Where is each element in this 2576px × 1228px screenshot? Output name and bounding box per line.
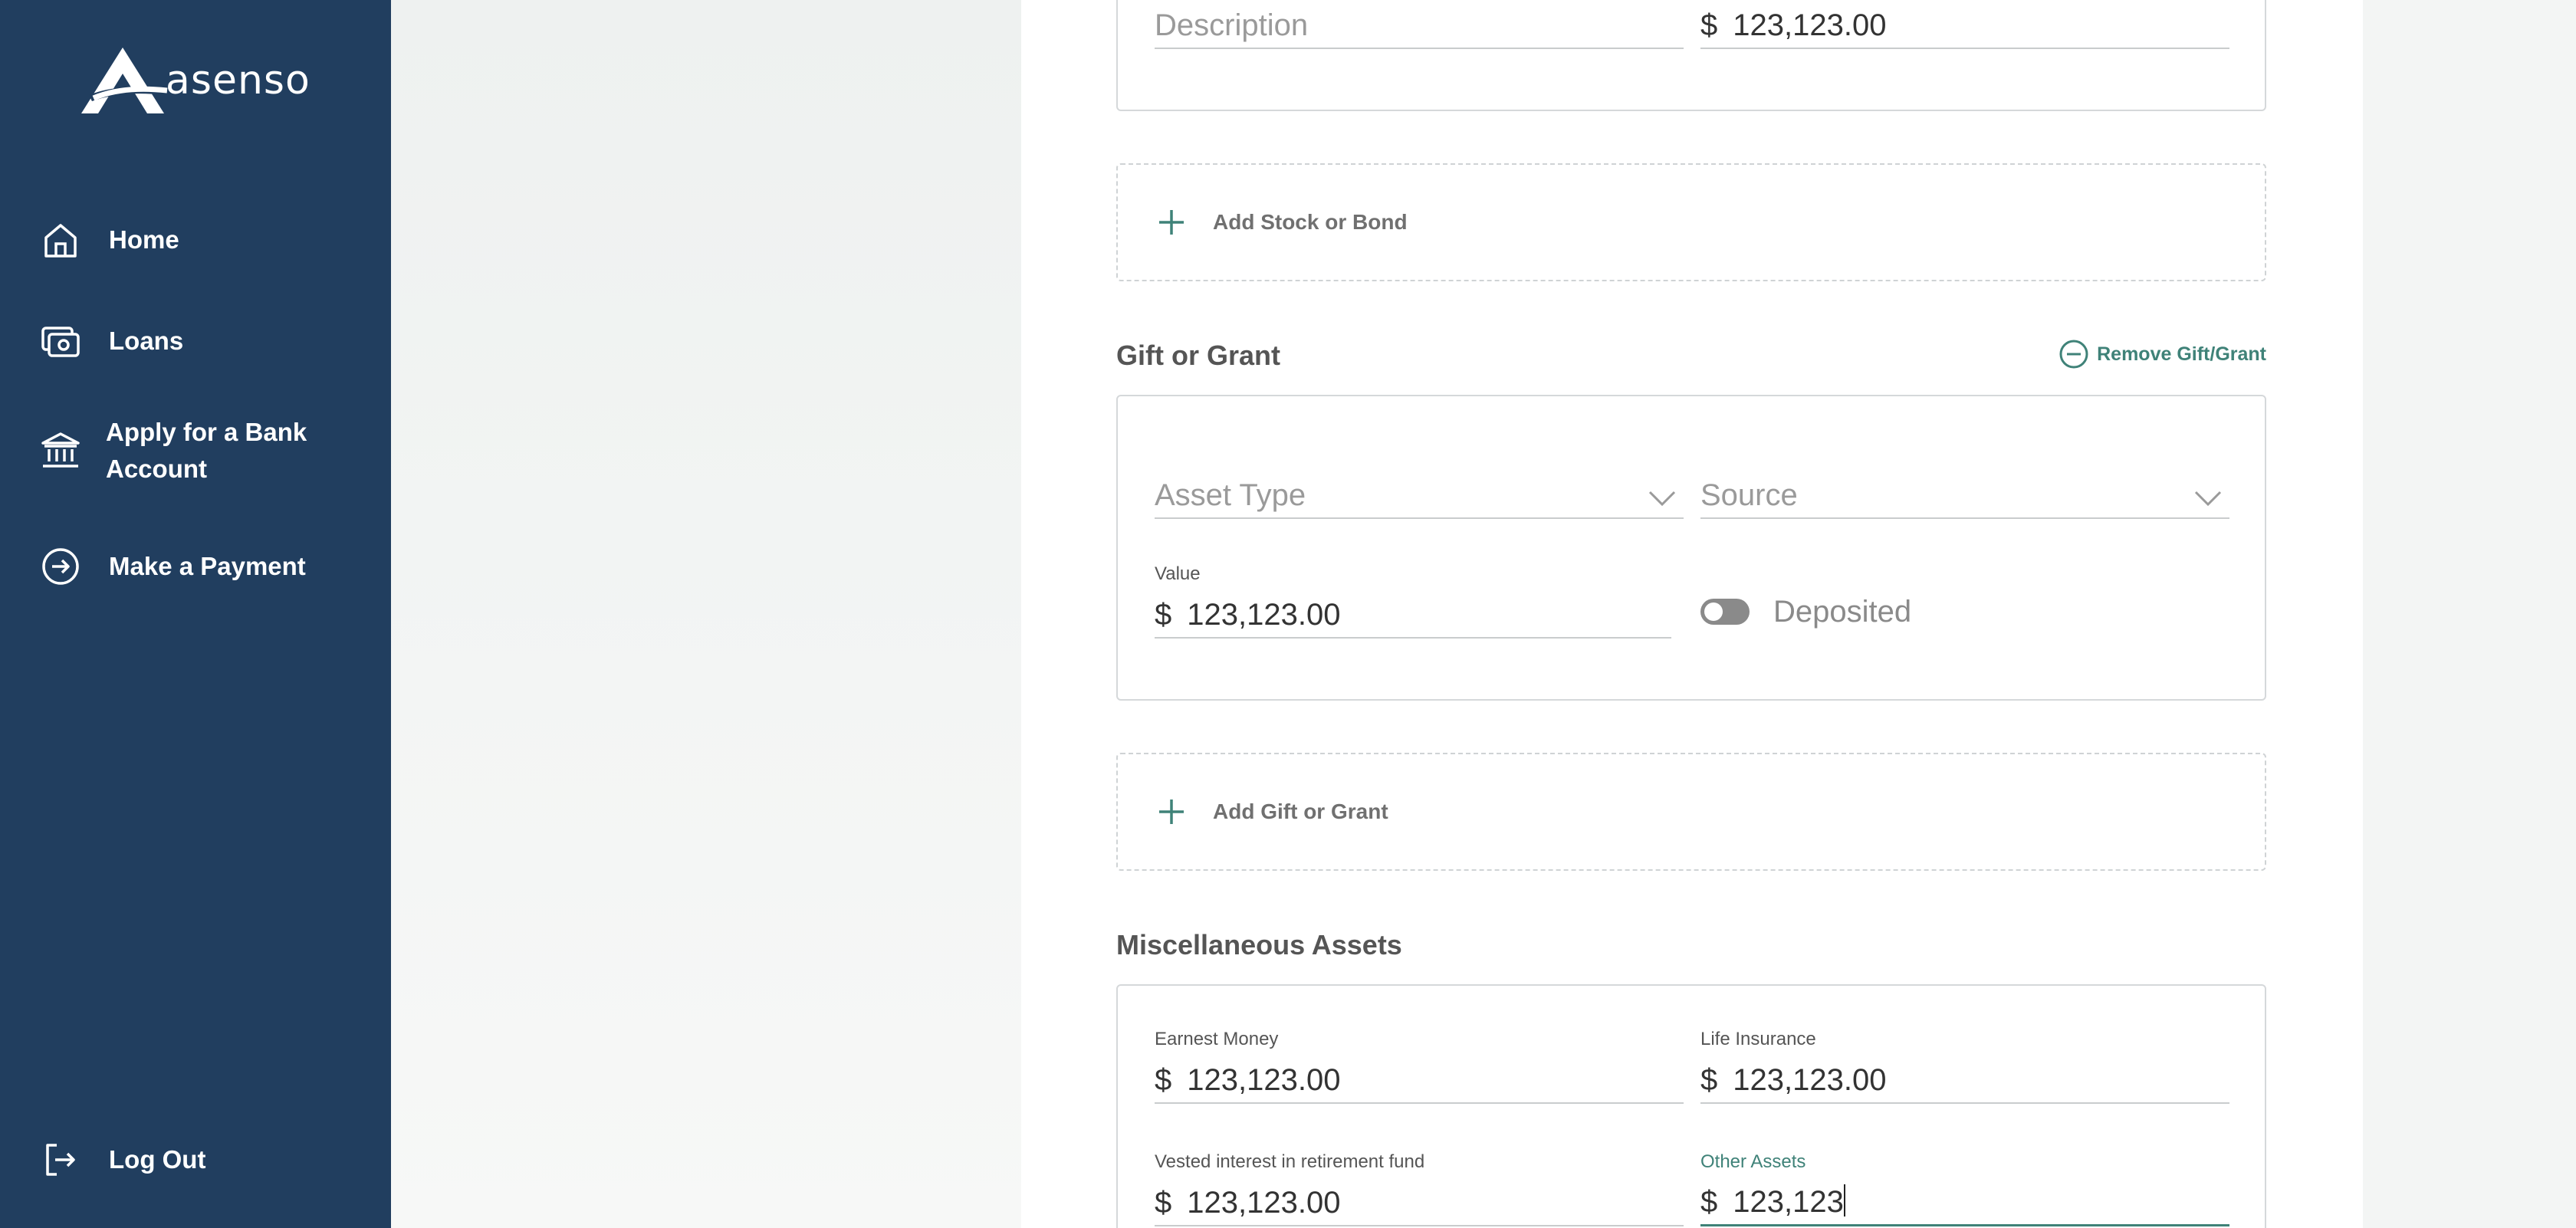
bank-icon (40, 429, 81, 471)
vested-interest-value: $123,123.00 (1155, 1186, 1341, 1220)
sidebar-item-make-payment[interactable]: Make a Payment (40, 546, 306, 587)
life-insurance-label: Life Insurance (1700, 1029, 1816, 1049)
asset-type-placeholder: Asset Type (1155, 478, 1306, 512)
sidebar-item-label-line2: Account (106, 455, 207, 483)
misc-card: Earnest Money $123,123.00 Life Insurance… (1116, 984, 2266, 1228)
logout-icon (40, 1139, 81, 1180)
vested-interest-label: Vested interest in retirement fund (1155, 1151, 1425, 1172)
arrow-circle-icon (40, 546, 81, 587)
asset-type-select[interactable]: Asset Type (1155, 458, 1684, 519)
gift-section-title: Gift or Grant (1116, 340, 1280, 371)
deposited-toggle[interactable] (1700, 599, 1750, 625)
source-select[interactable]: Source (1700, 458, 2229, 519)
sidebar-item-label: Apply for a Bank Account (106, 414, 307, 488)
earnest-money-value: $123,123.00 (1155, 1063, 1341, 1097)
gift-card: Asset Type Source Value $123,123.00 (1116, 395, 2266, 701)
page-background-right (2363, 0, 2576, 1228)
deposited-label: Deposited (1773, 595, 1912, 629)
gift-value: $123,123.00 (1155, 598, 1341, 632)
text-caret (1843, 1184, 1845, 1217)
chevron-down-icon (2194, 491, 2222, 507)
source-placeholder: Source (1700, 478, 1798, 512)
plus-icon (1159, 210, 1184, 235)
value-label: Value (1155, 563, 1201, 584)
add-gift-button[interactable]: Add Gift or Grant (1116, 753, 2266, 871)
other-assets-field[interactable]: $123,123 (1700, 1177, 2229, 1226)
sidebar-item-loans[interactable]: Loans (40, 320, 183, 362)
life-insurance-field[interactable]: $123,123.00 (1700, 1055, 2229, 1104)
logo-icon (81, 48, 168, 113)
stock-card: Description $123,123.00 (1116, 0, 2266, 111)
sidebar-item-label: Home (109, 225, 179, 254)
gift-value-field[interactable]: $123,123.00 (1155, 588, 1671, 639)
add-stock-label: Add Stock or Bond (1213, 210, 1408, 234)
remove-gift-label: Remove Gift/Grant (2097, 343, 2266, 365)
misc-section-title: Miscellaneous Assets (1116, 929, 1402, 960)
stock-value-field[interactable]: $123,123.00 (1700, 0, 2229, 49)
money-icon (40, 320, 81, 362)
add-gift-label: Add Gift or Grant (1213, 800, 1388, 823)
sidebar-item-home[interactable]: Home (40, 219, 179, 261)
logout-button[interactable]: Log Out (40, 1139, 205, 1180)
home-icon (40, 219, 81, 261)
chevron-down-icon (1648, 491, 1676, 507)
toggle-knob (1704, 603, 1723, 621)
sidebar-item-apply-bank-account[interactable]: Apply for a Bank Account (40, 414, 307, 488)
minus-circle-icon (2059, 340, 2088, 369)
vested-interest-field[interactable]: $123,123.00 (1155, 1177, 1684, 1226)
page-background-left (391, 0, 1021, 1228)
asenso-logo[interactable]: asenso (75, 44, 310, 117)
logout-label: Log Out (109, 1145, 206, 1174)
sidebar-item-label-line1: Apply for a Bank (106, 418, 307, 446)
sidebar: asenso Home Loans Apply for a Bank Accou… (0, 0, 391, 1228)
earnest-money-field[interactable]: $123,123.00 (1155, 1055, 1684, 1104)
earnest-money-label: Earnest Money (1155, 1029, 1279, 1049)
other-assets-label: Other Assets (1700, 1151, 1806, 1172)
sidebar-item-label: Make a Payment (109, 552, 306, 580)
add-stock-button[interactable]: Add Stock or Bond (1116, 163, 2266, 281)
sidebar-item-label: Loans (109, 327, 184, 355)
plus-icon (1159, 800, 1184, 824)
description-field[interactable]: Description (1155, 0, 1684, 49)
other-assets-value: $123,123 (1700, 1184, 1845, 1219)
description-placeholder: Description (1155, 8, 1309, 42)
logo-text: asenso (166, 57, 310, 103)
life-insurance-value: $123,123.00 (1700, 1063, 1887, 1097)
remove-gift-button[interactable]: Remove Gift/Grant (2058, 339, 2266, 369)
stock-value: $123,123.00 (1700, 8, 1887, 42)
